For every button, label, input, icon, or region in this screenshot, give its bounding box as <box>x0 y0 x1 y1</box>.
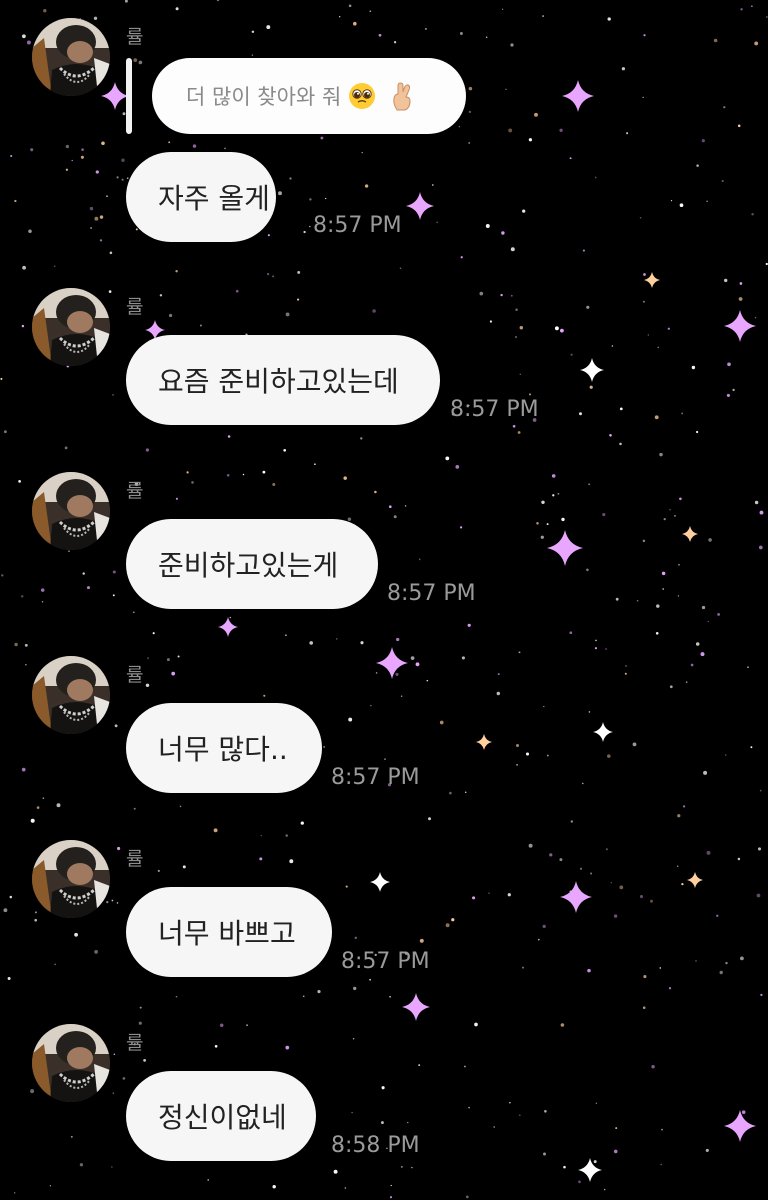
sender-name: 률 <box>126 480 144 502</box>
sender-name: 률 <box>126 1032 144 1054</box>
message-timestamp: 8:57 PM <box>313 213 402 238</box>
message-timestamp: 8:57 PM <box>331 765 420 790</box>
crossed-fingers-emoji <box>389 80 415 112</box>
message-timestamp: 8:57 PM <box>450 397 539 422</box>
message-text: 정신이없네 <box>158 1101 287 1134</box>
quoted-reply[interactable]: 더 많이 찾아와 줘 <box>152 58 466 134</box>
message-bubble[interactable]: 정신이없네 <box>126 1071 316 1161</box>
avatar[interactable] <box>32 1024 110 1102</box>
avatar[interactable] <box>32 472 110 550</box>
message-text: 너무 많다.. <box>158 733 288 766</box>
avatar[interactable] <box>32 18 110 96</box>
avatar[interactable] <box>32 840 110 918</box>
sender-name: 률 <box>126 296 144 318</box>
message-text: 자주 올게 <box>158 182 270 215</box>
sender-name: 률 <box>126 26 144 48</box>
message-timestamp: 8:58 PM <box>331 1133 420 1158</box>
message-text: 너무 바쁘고 <box>158 917 296 950</box>
message-bubble[interactable]: 너무 바쁘고 <box>126 887 332 977</box>
message-timestamp: 8:57 PM <box>341 949 430 974</box>
reply-indicator-bar <box>126 58 132 134</box>
message-timestamp: 8:57 PM <box>387 581 476 606</box>
message-bubble[interactable]: 자주 올게 <box>126 152 276 242</box>
message-bubble[interactable]: 준비하고있는게 <box>126 519 378 609</box>
quoted-text: 더 많이 찾아와 줘 <box>186 85 342 109</box>
message-bubble[interactable]: 요즘 준비하고있는데 <box>126 335 440 425</box>
sender-name: 률 <box>126 848 144 870</box>
avatar[interactable] <box>32 288 110 366</box>
sender-name: 률 <box>126 664 144 686</box>
avatar[interactable] <box>32 656 110 734</box>
message-text: 요즘 준비하고있는데 <box>158 365 399 398</box>
chat-thread: 률 더 많이 찾아와 줘 자주 올게 8:57 PM 률 요즘 준비하고있는데 … <box>0 0 768 1200</box>
message-bubble[interactable]: 너무 많다.. <box>126 703 322 793</box>
message-text: 준비하고있는게 <box>158 549 339 582</box>
pleading-face-emoji <box>347 81 377 111</box>
